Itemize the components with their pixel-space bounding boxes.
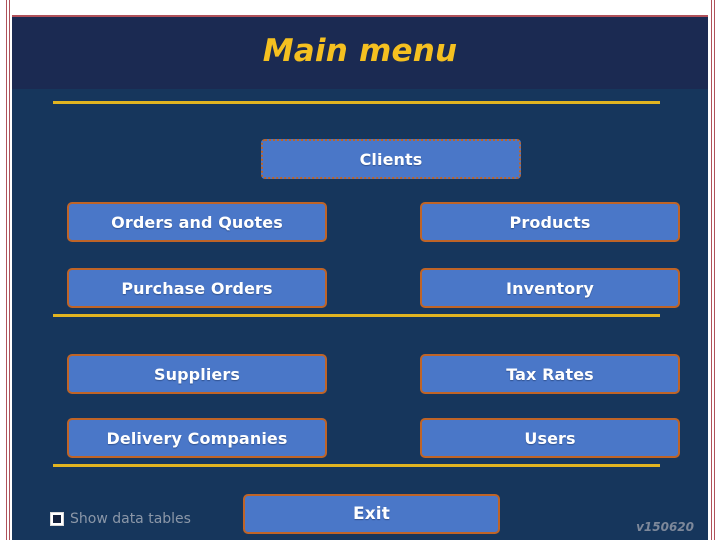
menu-button-delivery-companies[interactable]: Delivery Companies: [67, 418, 327, 458]
page-title: Main menu: [262, 33, 458, 69]
menu-button-tax-rates[interactable]: Tax Rates: [420, 354, 680, 394]
divider-top: [53, 101, 660, 104]
window-frame-left-edge: [6, 0, 7, 540]
window-frame-left-inner: [9, 0, 10, 540]
application-window: Main menu Clients Orders and Quotes Prod…: [0, 0, 720, 540]
divider-middle: [53, 314, 660, 317]
show-data-tables-checkbox[interactable]: [50, 512, 64, 526]
window-frame-right-edge: [711, 0, 712, 540]
main-menu-panel: Main menu Clients Orders and Quotes Prod…: [12, 15, 708, 540]
show-data-tables-row[interactable]: Show data tables: [50, 509, 191, 529]
menu-button-inventory[interactable]: Inventory: [420, 268, 680, 308]
menu-button-purchase-orders[interactable]: Purchase Orders: [67, 268, 327, 308]
window-frame-right-inner: [714, 0, 715, 540]
version-label: v150620: [636, 520, 694, 534]
show-data-tables-label: Show data tables: [70, 511, 191, 527]
menu-button-clients[interactable]: Clients: [261, 139, 521, 179]
menu-button-users[interactable]: Users: [420, 418, 680, 458]
menu-button-products[interactable]: Products: [420, 202, 680, 242]
exit-button[interactable]: Exit: [243, 494, 500, 534]
divider-bottom: [53, 464, 660, 467]
menu-button-suppliers[interactable]: Suppliers: [67, 354, 327, 394]
menu-button-orders-and-quotes[interactable]: Orders and Quotes: [67, 202, 327, 242]
